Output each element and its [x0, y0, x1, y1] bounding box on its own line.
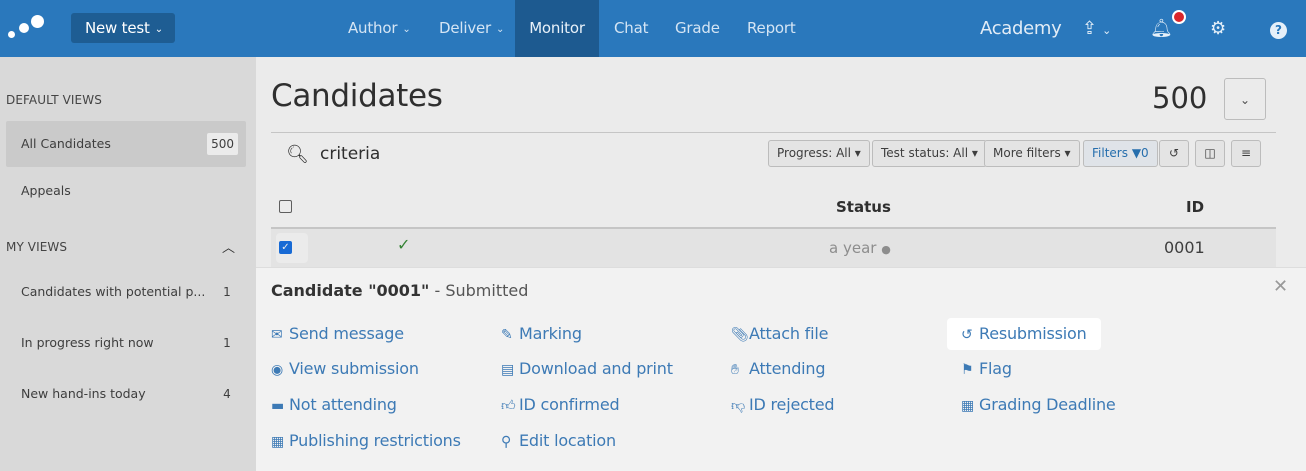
column-status[interactable]: Status — [836, 198, 891, 216]
edit-location-action[interactable]: ⚲ Edit location — [501, 425, 616, 457]
candidate-count: 500 — [1152, 81, 1208, 115]
download-print-action[interactable]: ▤ Download and print — [501, 353, 673, 385]
sidebar-item-new-hand-ins[interactable]: New hand-ins today 4 — [6, 371, 246, 417]
flag-icon: ⚑ — [961, 362, 974, 378]
close-icon[interactable]: ✕ — [1273, 276, 1288, 297]
default-views-heading: DEFAULT VIEWS — [6, 93, 102, 107]
table-row[interactable]: ✓ ✓ a year ● 0001 — [271, 229, 1276, 267]
notification-badge — [1172, 10, 1186, 24]
resubmission-action[interactable]: ↺ Resubmission — [947, 318, 1101, 350]
search-input[interactable]: criteria — [320, 144, 380, 164]
filters-button[interactable]: Filters ▼0 — [1083, 140, 1158, 167]
id-rejected-action[interactable]: 👎︎ ID rejected — [731, 389, 835, 421]
chevron-down-icon: ⌄ — [154, 24, 163, 35]
candidate-actions-panel: Candidate "0001" - Submitted ✕ ✉ Send mes… — [256, 267, 1306, 471]
academy-link[interactable]: Academy — [980, 0, 1062, 57]
select-all-checkbox[interactable] — [279, 200, 292, 213]
nav-grade[interactable]: Grade — [675, 0, 720, 57]
chevron-up-icon[interactable]: ︿ — [222, 237, 235, 256]
undo-icon: ↺ — [961, 327, 973, 343]
nav-deliver[interactable]: Deliver ⌄ — [439, 0, 504, 57]
nav-monitor[interactable]: Monitor — [515, 0, 599, 57]
status-cell: a year ● — [829, 239, 891, 257]
publishing-restrictions-action[interactable]: ▦ Publishing restrictions — [271, 425, 461, 457]
count-badge: 500 — [207, 133, 238, 155]
funnel-icon: ▼ — [1131, 146, 1142, 160]
nav-report[interactable]: Report — [747, 0, 796, 57]
column-id[interactable]: ID — [1186, 198, 1204, 216]
attending-action[interactable]: ✋︎ Attending — [731, 353, 825, 385]
chevron-down-icon: ⌄ — [496, 24, 505, 35]
sidebar-item-in-progress[interactable]: In progress right now 1 — [6, 320, 246, 366]
envelope-icon: ✉ — [271, 327, 283, 343]
marking-action[interactable]: ✎ Marking — [501, 318, 582, 350]
check-icon: ✓ — [397, 235, 411, 254]
new-test-button[interactable]: New test ⌄ — [71, 13, 175, 43]
logo[interactable] — [8, 15, 44, 41]
columns-icon[interactable]: ◫ — [1195, 140, 1225, 167]
id-confirmed-action[interactable]: 👍︎ ID confirmed — [501, 389, 620, 421]
hand-icon: ✋︎ — [731, 362, 739, 378]
gear-icon[interactable]: ⚙ — [1210, 0, 1226, 57]
eye-icon: ◉ — [271, 362, 284, 378]
count-badge: 4 — [223, 387, 231, 401]
reset-icon[interactable]: ↺ — [1159, 140, 1189, 167]
attach-file-action[interactable]: 📎︎Attach file — [731, 318, 828, 350]
top-navigation-bar: New test ⌄ Author ⌄ Deliver ⌄ Monitor Chat … — [0, 0, 1306, 57]
sidebar-item-potential[interactable]: Candidates with potential p... 1 — [6, 269, 246, 315]
edit-icon: ✎ — [501, 327, 513, 343]
divider — [271, 132, 1276, 133]
bell-icon[interactable]: 🔔︎ — [1150, 0, 1173, 57]
nav-chat[interactable]: Chat — [614, 0, 648, 57]
bed-icon: ▬ — [271, 398, 285, 414]
sidebar: DEFAULT VIEWS All Candidates 500 Appeals… — [0, 57, 256, 471]
calendar-icon: ▦ — [961, 398, 975, 414]
count-badge: 1 — [223, 285, 231, 299]
help-icon[interactable]: ? — [1270, 0, 1287, 57]
count-badge: 1 — [223, 336, 231, 350]
calendar-icon: ▦ — [271, 434, 285, 450]
view-options-button[interactable]: ⌄ — [1224, 78, 1266, 120]
table-header: Status ID — [271, 185, 1276, 229]
sidebar-item-all-candidates[interactable]: All Candidates 500 — [6, 121, 246, 167]
menu-icon[interactable]: ≡ — [1231, 140, 1261, 167]
not-attending-action[interactable]: ▬ Not attending — [271, 389, 397, 421]
grading-deadline-action[interactable]: ▦ Grading Deadline — [961, 389, 1116, 421]
page-title: Candidates — [271, 78, 443, 114]
search-icon: 🔍︎ — [286, 144, 309, 165]
row-checkbox[interactable]: ✓ — [279, 241, 292, 254]
chevron-down-icon: ⌄ — [1239, 93, 1251, 107]
thumbs-down-icon: 👎︎ — [731, 398, 746, 414]
nav-author[interactable]: Author ⌄ — [348, 0, 411, 57]
view-submission-action[interactable]: ◉ View submission — [271, 353, 419, 385]
thumbs-up-icon: 👍︎ — [501, 398, 516, 414]
more-filters-button[interactable]: More filters ▾ — [984, 140, 1080, 167]
upload-icon[interactable]: ⇪ ⌄ — [1082, 0, 1111, 57]
id-cell: 0001 — [1164, 238, 1205, 257]
progress-filter[interactable]: Progress: All ▾ — [768, 140, 870, 167]
send-message-action[interactable]: ✉ Send message — [271, 318, 404, 350]
panel-title: Candidate "0001" - Submitted — [271, 281, 529, 300]
my-views-heading: MY VIEWS — [6, 240, 68, 254]
file-icon: ▤ — [501, 362, 515, 378]
flag-action[interactable]: ⚑ Flag — [961, 353, 1012, 385]
test-status-filter[interactable]: Test status: All ▾ — [872, 140, 987, 167]
paperclip-icon: 📎︎ — [731, 327, 749, 343]
map-marker-icon: ⚲ — [501, 434, 512, 450]
sidebar-item-appeals[interactable]: Appeals — [6, 168, 246, 214]
chevron-down-icon: ⌄ — [402, 24, 411, 35]
